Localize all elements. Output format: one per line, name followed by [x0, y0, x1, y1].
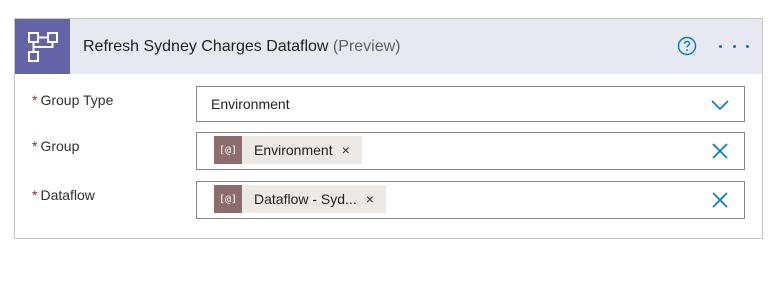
more-dot — [719, 44, 722, 48]
remove-token-icon[interactable]: × — [366, 192, 374, 206]
more-dot — [746, 44, 749, 48]
required-mark: * — [32, 138, 38, 154]
dataflow-label: * Dataflow — [32, 187, 95, 203]
action-header[interactable]: Refresh Sydney Charges Dataflow (Preview… — [15, 19, 762, 74]
required-mark: * — [32, 187, 38, 203]
group-token-label: Environment — [254, 142, 333, 158]
dataflow-token: [@] Dataflow - Syd... × — [214, 185, 386, 213]
action-card: Refresh Sydney Charges Dataflow (Preview… — [14, 18, 763, 239]
more-dot — [732, 44, 736, 48]
group-label-text: Group — [40, 138, 80, 154]
group-type-label: * Group Type — [32, 92, 113, 108]
required-mark: * — [32, 92, 38, 108]
preview-tag: (Preview) — [332, 38, 401, 55]
group-field[interactable]: [@] Environment × — [196, 132, 745, 170]
help-icon[interactable] — [677, 36, 697, 56]
clear-icon[interactable] — [710, 141, 730, 161]
chevron-down-icon[interactable] — [710, 95, 730, 115]
dynamic-content-icon: [@] — [214, 185, 242, 213]
dynamic-content-icon: [@] — [214, 136, 242, 164]
dataflow-token-label: Dataflow - Syd... — [254, 191, 357, 207]
group-type-dropdown[interactable]: Environment — [196, 86, 745, 122]
group-token: [@] Environment × — [214, 136, 362, 164]
group-type-value: Environment — [211, 96, 290, 112]
clear-icon[interactable] — [710, 190, 730, 210]
dataflow-icon — [15, 19, 70, 74]
group-label: * Group — [32, 138, 79, 154]
group-type-label-text: Group Type — [40, 92, 114, 108]
dataflow-label-text: Dataflow — [40, 187, 95, 203]
action-title-text: Refresh Sydney Charges Dataflow — [83, 38, 329, 55]
more-options-icon[interactable] — [719, 36, 749, 56]
remove-token-icon[interactable]: × — [342, 143, 350, 157]
action-title: Refresh Sydney Charges Dataflow (Preview… — [83, 19, 400, 74]
dataflow-field[interactable]: [@] Dataflow - Syd... × — [196, 181, 745, 219]
